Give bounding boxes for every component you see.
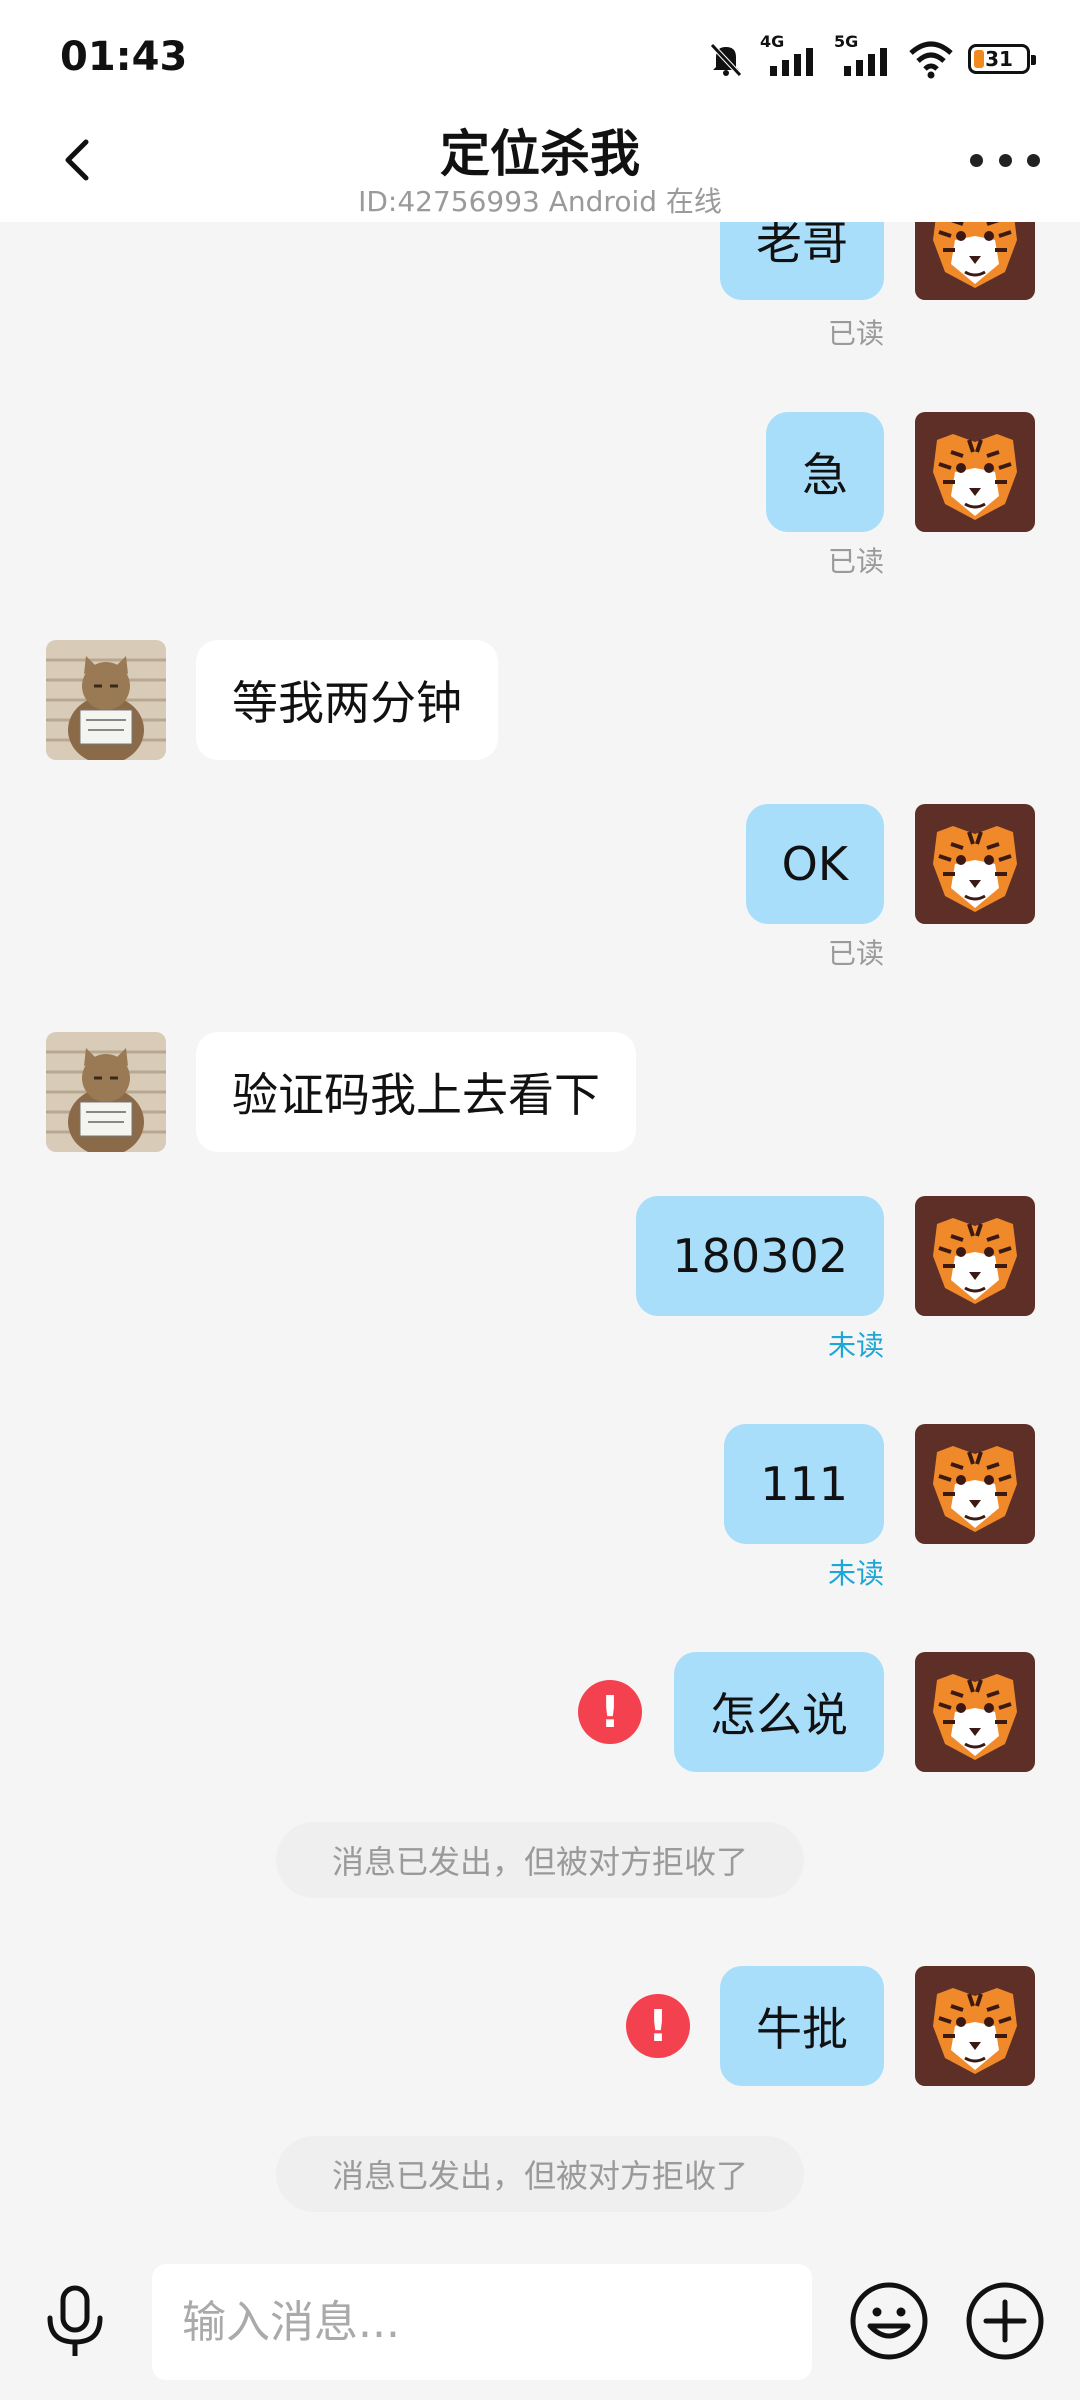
input-bar (0, 2242, 1080, 2400)
my-avatar[interactable] (915, 222, 1035, 300)
message-bubble[interactable]: 牛批 (720, 1966, 884, 2086)
wifi-icon (909, 41, 953, 79)
message-bubble[interactable]: 急 (766, 412, 884, 532)
status-time: 01:43 (60, 34, 188, 80)
error-icon[interactable]: ! (626, 1994, 690, 2058)
battery-icon: 31 (968, 44, 1036, 74)
plus-icon[interactable] (964, 2280, 1046, 2362)
my-avatar[interactable] (915, 1652, 1035, 1772)
more-icon[interactable] (970, 148, 1040, 172)
status-bar: 01:43 4G 5G 31 (0, 0, 1080, 110)
system-message: 消息已发出，但被对方拒收了 (276, 2136, 804, 2212)
unread-status: 未读 (827, 1557, 884, 1590)
my-avatar[interactable] (915, 1196, 1035, 1316)
message-bubble[interactable]: 180302 (636, 1196, 884, 1316)
contact-avatar[interactable] (46, 640, 166, 760)
message-bubble[interactable]: OK (745, 804, 884, 924)
message-bubble[interactable]: 验证码我上去看下 (196, 1032, 636, 1152)
my-avatar[interactable] (915, 412, 1035, 532)
mic-icon[interactable] (40, 2284, 110, 2360)
emoji-icon[interactable] (848, 2280, 930, 2362)
signal-5g-icon: 5G (834, 32, 894, 82)
unread-status: 未读 (827, 1329, 884, 1362)
chat-subtitle: ID:42756993 Android 在线 (358, 185, 722, 218)
contact-avatar[interactable] (46, 1032, 166, 1152)
chat-title: 定位杀我 (440, 125, 640, 183)
signal-4g-icon: 4G (760, 32, 820, 82)
message-bubble[interactable]: 老哥 (720, 222, 884, 300)
read-status: 已读 (827, 545, 884, 578)
message-bubble[interactable]: 怎么说 (674, 1652, 884, 1772)
system-message: 消息已发出，但被对方拒收了 (276, 1822, 804, 1898)
bell-muted-icon (710, 43, 742, 77)
my-avatar[interactable] (915, 804, 1035, 924)
chat-header: 定位杀我 ID:42756993 Android 在线 (0, 110, 1080, 222)
message-input[interactable] (152, 2264, 812, 2380)
my-avatar[interactable] (915, 1424, 1035, 1544)
read-status: 已读 (827, 317, 884, 350)
message-bubble[interactable]: 111 (724, 1424, 884, 1544)
message-list[interactable]: 老哥 已读 急 已读 等我两分钟 OK 已读 验证码我上去看下 180302 未… (0, 222, 1080, 2242)
my-avatar[interactable] (915, 1966, 1035, 2086)
status-icons: 4G 5G 31 (706, 32, 1036, 82)
battery-level: 31 (985, 47, 1013, 71)
read-status: 已读 (827, 937, 884, 970)
message-bubble[interactable]: 等我两分钟 (196, 640, 498, 760)
error-icon[interactable]: ! (578, 1680, 642, 1744)
